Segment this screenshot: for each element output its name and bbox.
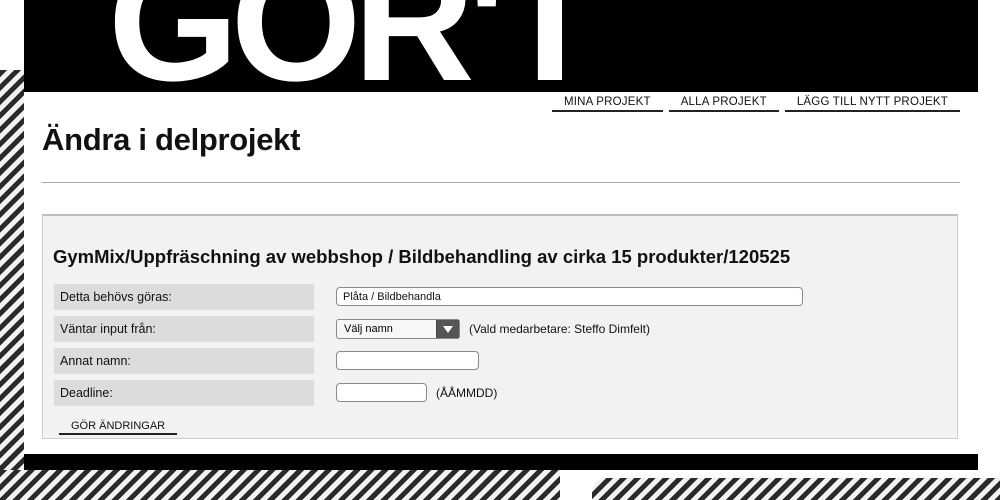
project-path-heading: GymMix/Uppfräschning av webbshop / Bildb…: [53, 246, 791, 267]
todo-input[interactable]: [336, 287, 803, 306]
top-navigation: MINA PROJEKT ALLA PROJEKT LÄGG TILL NYTT…: [551, 96, 960, 112]
chevron-down-icon: [436, 320, 459, 338]
nav-link-alla-projekt[interactable]: ALLA PROJEKT: [668, 96, 779, 112]
form-row-deadline: Deadline: (ÅÅMMDD): [54, 380, 954, 406]
edit-subproject-form: GymMix/Uppfräschning av webbshop / Bildb…: [42, 214, 958, 439]
header-banner: GÖR'T: [24, 0, 978, 92]
page-frame: GÖR'T MINA PROJEKT ALLA PROJEKT LÄGG TIL…: [24, 0, 978, 470]
employee-select[interactable]: Välj namn: [336, 319, 460, 339]
form-row-todo: Detta behövs göras:: [54, 284, 954, 310]
other-name-input[interactable]: [336, 351, 479, 370]
deadline-label: Deadline:: [54, 380, 314, 406]
site-logo[interactable]: GÖR'T: [108, 0, 601, 92]
decorative-stripes-bottom-left: [0, 470, 560, 500]
employee-select-value: Välj namn: [344, 323, 393, 335]
nav-link-mina-projekt[interactable]: MINA PROJEKT: [551, 96, 663, 112]
form-row-waiting: Väntar input från: Välj namn (Vald medar…: [54, 316, 954, 342]
content-area: MINA PROJEKT ALLA PROJEKT LÄGG TILL NYTT…: [24, 92, 978, 454]
title-divider: [42, 182, 960, 183]
page-title: Ändra i delprojekt: [42, 122, 301, 157]
form-row-other-name: Annat namn:: [54, 348, 954, 374]
waiting-label: Väntar input från:: [54, 316, 314, 342]
submit-changes-button[interactable]: GÖR ÄNDRINGAR: [59, 420, 178, 435]
nav-link-lagg-till-nytt-projekt[interactable]: LÄGG TILL NYTT PROJEKT: [784, 96, 960, 112]
deadline-format-hint: (ÅÅMMDD): [436, 386, 498, 400]
todo-label: Detta behövs göras:: [54, 284, 314, 310]
decorative-stripes-bottom-right: [592, 478, 1000, 500]
other-name-label: Annat namn:: [54, 348, 314, 374]
selected-employee-note: (Vald medarbetare: Steffo Dimfelt): [469, 322, 650, 336]
deadline-input[interactable]: [336, 383, 427, 402]
